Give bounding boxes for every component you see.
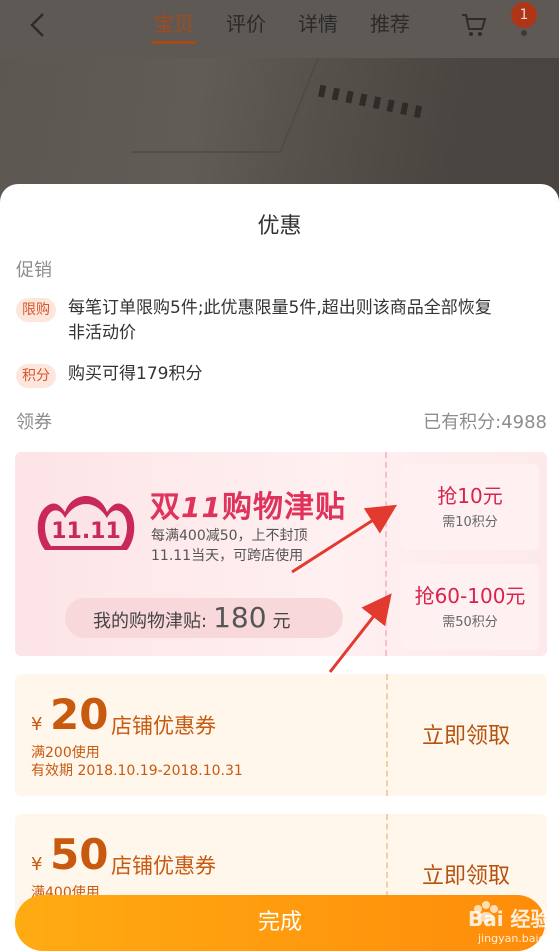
coupon-condition: 满200使用 (31, 745, 100, 761)
grab-60-100-button[interactable]: 抢60-100元 需50积分 (401, 564, 539, 650)
coupon-currency: ¥ (31, 714, 43, 735)
my-subsidy-amount: 180 (213, 601, 267, 634)
coupon-section-label: 领券 (16, 412, 52, 433)
grab-10-button[interactable]: 抢10元 需10积分 (401, 464, 539, 550)
coupon-divider (386, 674, 388, 796)
claim-coupon-50-button[interactable]: 立即领取 (391, 858, 541, 890)
subsidy-title-eleven: 11 (181, 491, 222, 524)
top-nav-bar: 宝贝 评价 详情 推荐 1 (0, 0, 559, 58)
photo-collar-fold (130, 58, 320, 153)
points-tag: 积分 (16, 364, 56, 388)
grab-10-label: 抢10元 (437, 484, 503, 508)
shop-coupon-20: ¥ 20 店铺优惠券 满200使用 有效期 2018.10.19-2018.10… (15, 674, 547, 796)
logo-1111-text: 11.11 (51, 519, 121, 544)
my-subsidy-unit: 元 (272, 611, 291, 632)
product-photo (0, 58, 559, 198)
coupon-title: 店铺优惠券 (111, 854, 216, 878)
tab-details[interactable]: 详情 (294, 8, 342, 48)
claim-coupon-20-button[interactable]: 立即领取 (391, 718, 541, 750)
tab-baobei[interactable]: 宝贝 (150, 8, 198, 48)
coupon-title: 店铺优惠券 (111, 714, 216, 738)
cart-icon[interactable] (460, 12, 488, 38)
sheet-title: 优惠 (257, 214, 302, 239)
points-earn-text: 购买可得179积分 (68, 364, 203, 384)
photo-button-row (317, 84, 429, 120)
promotion-section-label: 促销 (16, 260, 52, 281)
coupon-currency: ¥ (31, 854, 43, 875)
back-chevron-icon[interactable] (24, 10, 54, 40)
points-owned-text: 已有积分:4988 (423, 412, 547, 433)
cart-count-badge: 1 (511, 2, 537, 28)
double-eleven-logo-icon: 11.11 (37, 496, 135, 550)
coupon-value: 20 (50, 690, 109, 739)
grab-60-100-cost: 需50积分 (442, 615, 498, 630)
subsidy-desc-line1: 每满400减50，上不封顶 (151, 528, 308, 544)
coupon-value: 50 (50, 830, 109, 879)
purchase-limit-line1: 每笔订单限购5件;此优惠限量5件,超出则该商品全部恢复 (68, 298, 492, 318)
subsidy-desc-line2: 11.11当天，可跨店使用 (151, 548, 304, 564)
subsidy-title-prefix: 双 (150, 490, 181, 525)
purchase-limit-tag: 限购 (16, 298, 56, 322)
coupon-validity: 有效期 2018.10.19-2018.10.31 (31, 763, 243, 779)
purchase-limit-text: 每笔订单限购5件;此优惠限量5件,超出则该商品全部恢复 非活动价 (68, 296, 548, 346)
tab-recommend[interactable]: 推荐 (366, 8, 414, 48)
product-tabs: 宝贝 评价 详情 推荐 (150, 8, 414, 48)
discount-sheet: 优惠 促销 限购 每笔订单限购5件;此优惠限量5件,超出则该商品全部恢复 非活动… (0, 184, 559, 951)
watermark-url: jingyan.baidu.com (478, 932, 559, 945)
grab-60-100-label: 抢60-100元 (414, 584, 526, 608)
subsidy-title-suffix: 购物津贴 (221, 490, 346, 525)
more-dot-icon[interactable] (521, 30, 527, 36)
subsidy-divider (385, 452, 387, 656)
my-subsidy-label: 我的购物津贴: (93, 611, 208, 632)
purchase-limit-line2: 非活动价 (68, 323, 136, 343)
watermark-brand: Bai 经验 (468, 907, 551, 931)
subsidy-description: 每满400减50，上不封顶 11.11当天，可跨店使用 (151, 526, 308, 566)
shopping-subsidy-card: 11.11 双11购物津贴 每满400减50，上不封顶 11.11当天，可跨店使… (15, 452, 547, 656)
subsidy-title: 双11购物津贴 (150, 482, 346, 526)
tab-reviews[interactable]: 评价 (222, 8, 270, 48)
my-subsidy-pill: 我的购物津贴: 180 元 (65, 598, 343, 638)
grab-10-cost: 需10积分 (442, 515, 498, 530)
